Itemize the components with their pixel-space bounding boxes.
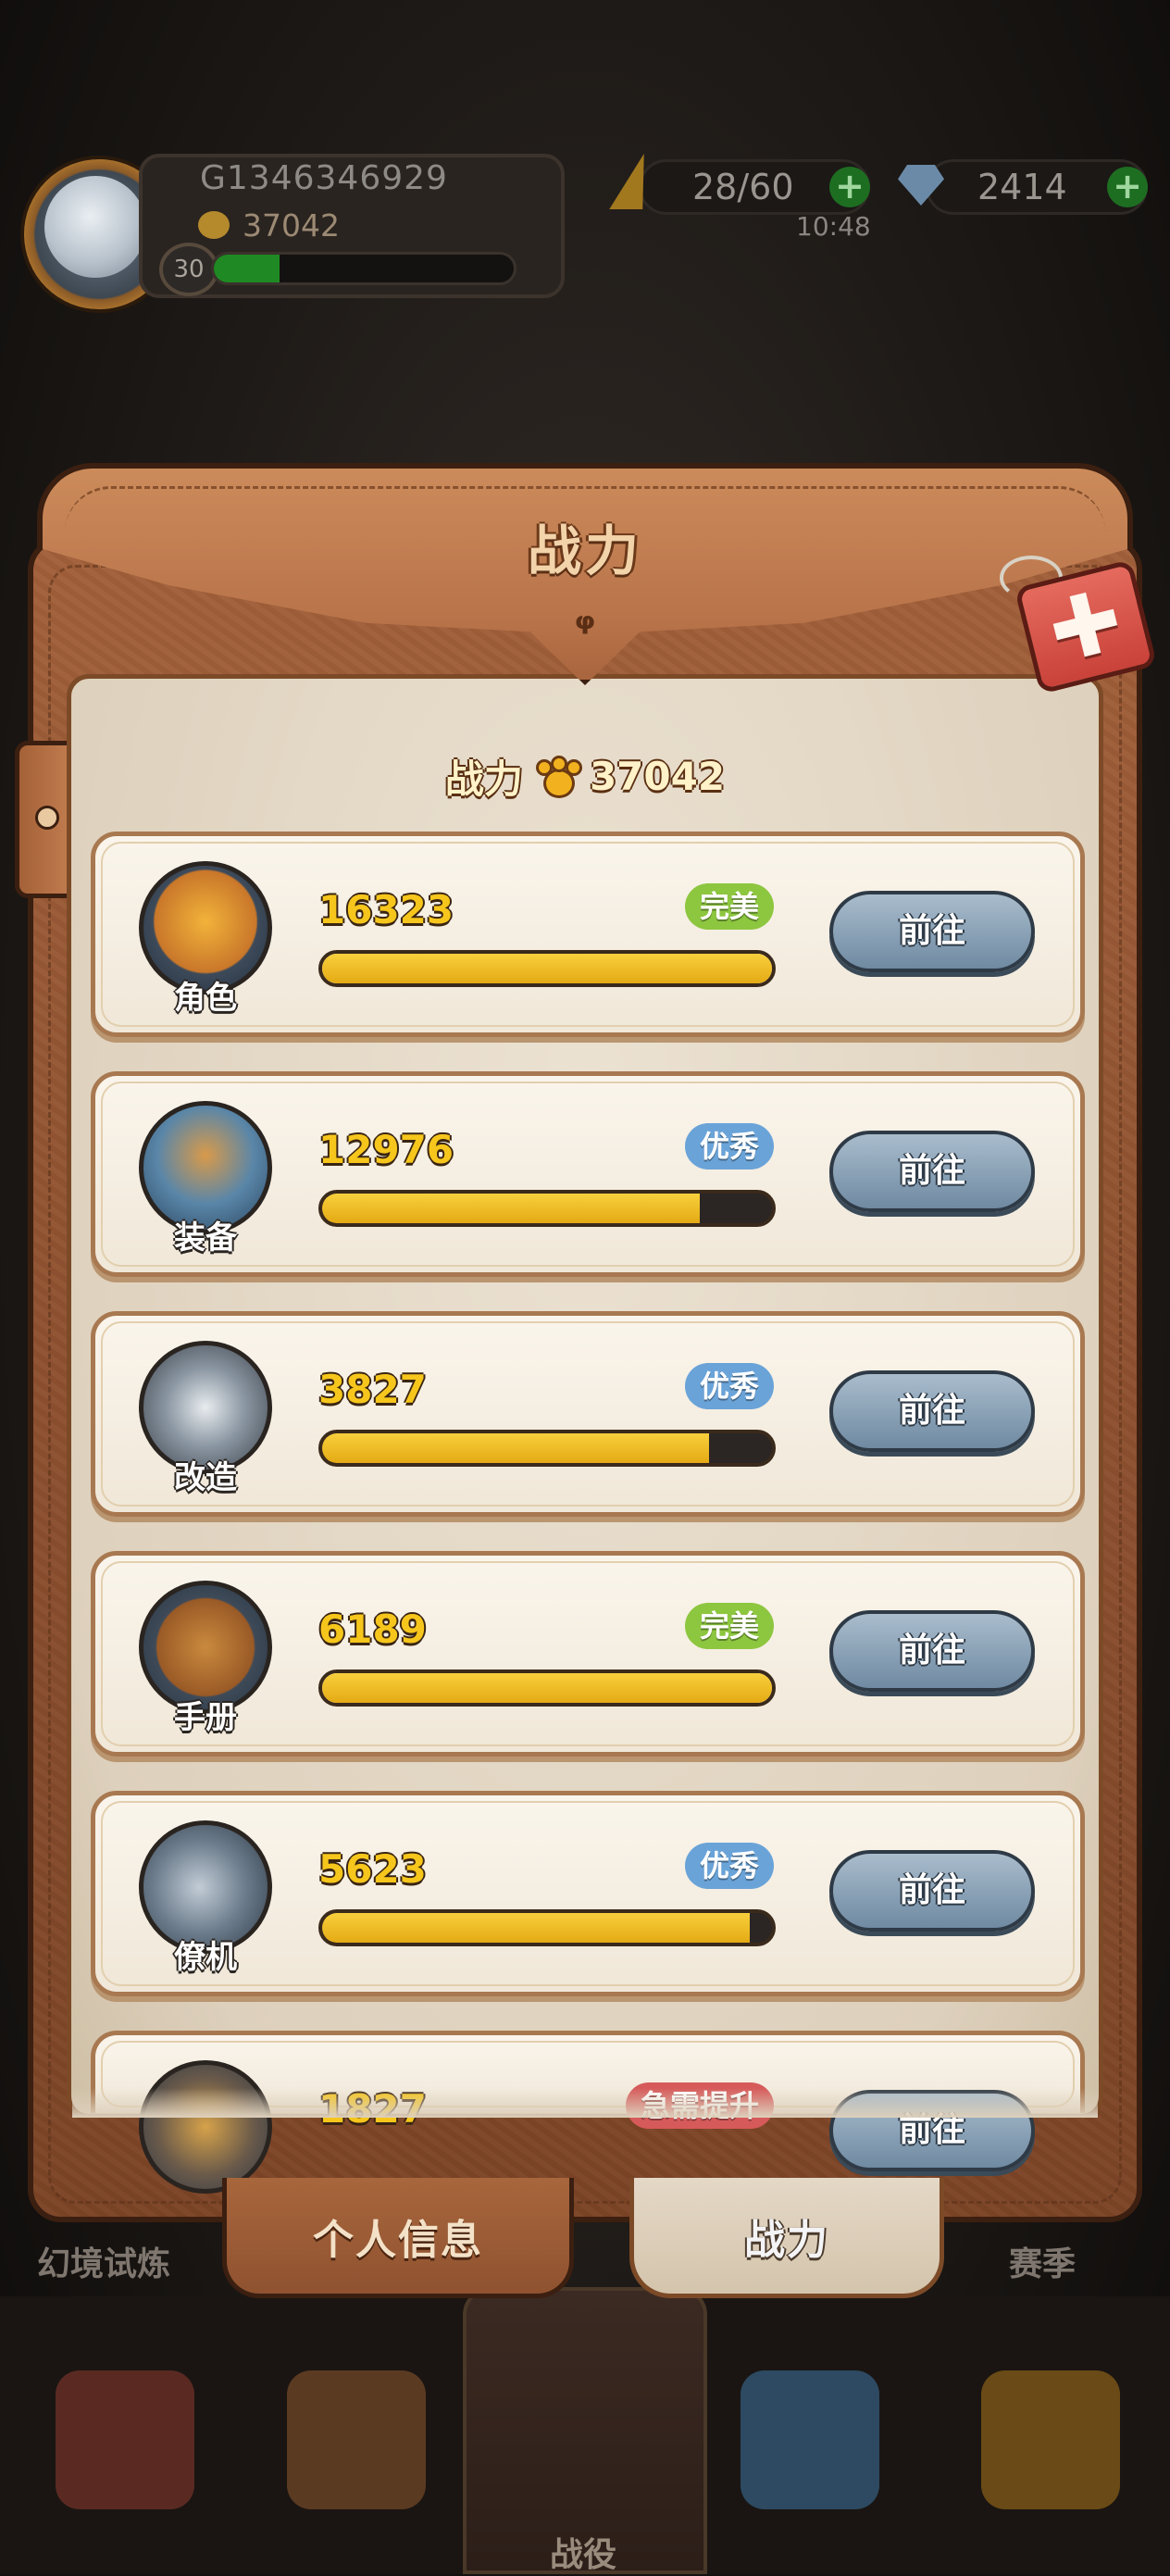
rating-badge: 优秀	[684, 1123, 774, 1169]
rating-badge: 完美	[684, 883, 774, 930]
player-avatar	[44, 176, 146, 278]
category-progress-bar	[318, 1430, 776, 1467]
category-progress-fill	[322, 1673, 772, 1703]
player-level: 30	[159, 243, 218, 296]
nav-chest-icon[interactable]	[56, 2370, 194, 2509]
go-button[interactable]: 前往	[829, 1610, 1035, 1692]
paw-icon	[198, 211, 230, 239]
rating-badge: 优秀	[684, 1843, 774, 1889]
go-button[interactable]: 前往	[829, 1131, 1035, 1212]
total-power-label: 战力	[444, 756, 523, 802]
popup-title: 战力	[527, 519, 642, 582]
nav-character-icon[interactable]	[287, 2370, 426, 2509]
go-button[interactable]: 前往	[829, 1850, 1035, 1932]
category-progress-fill	[322, 954, 772, 983]
category-score: 16323	[318, 887, 454, 932]
add-stamina-button[interactable]: +	[829, 167, 870, 207]
category-score: 6189	[318, 1607, 427, 1652]
nav-equipment-icon[interactable]	[741, 2370, 879, 2509]
category-score: 5623	[318, 1846, 427, 1892]
nav-handbook-icon[interactable]	[981, 2370, 1120, 2509]
nav-campaign-label: 战役	[549, 2536, 616, 2574]
category-label: 手册	[174, 1699, 237, 1736]
category-icon	[139, 2060, 272, 2194]
category-score: 3827	[318, 1367, 427, 1412]
player-id: G1346346929	[200, 159, 448, 197]
category-score: 12976	[318, 1127, 454, 1172]
player-power: 37042	[243, 207, 340, 244]
category-progress-bar	[318, 1909, 776, 1946]
category-progress-fill	[322, 1194, 701, 1223]
total-power-value: 37042	[589, 753, 726, 799]
xp-bar-fill	[214, 255, 280, 282]
tab-power[interactable]: 战力	[629, 2178, 944, 2298]
category-label: 僚机	[174, 1939, 237, 1976]
category-progress-bar	[318, 1669, 776, 1707]
stamina-timer: 10:48	[796, 211, 871, 242]
total-power: 战力 37042	[0, 748, 1170, 804]
add-diamond-button[interactable]: +	[1107, 167, 1148, 207]
list-fade	[72, 2088, 1098, 2118]
tab-personal-info[interactable]: 个人信息	[222, 2178, 574, 2298]
close-icon: ✚	[1039, 569, 1133, 683]
stamina-value: 28/60	[692, 167, 794, 207]
go-button[interactable]: 前往	[829, 891, 1035, 972]
category-label: 角色	[174, 980, 237, 1017]
rating-badge: 优秀	[684, 1363, 774, 1409]
paw-icon	[534, 756, 582, 798]
emblem-icon: ᵠ	[574, 603, 596, 653]
category-progress-fill	[322, 1433, 709, 1463]
clasp-rivet	[35, 806, 59, 830]
season-label: 赛季	[1009, 2245, 1077, 2283]
diamond-value: 2414	[977, 167, 1067, 207]
category-progress-bar	[318, 1190, 776, 1227]
category-progress-bar	[318, 950, 776, 987]
category-progress-fill	[322, 1913, 750, 1943]
go-button[interactable]: 前往	[829, 1370, 1035, 1452]
rating-badge: 完美	[684, 1603, 774, 1649]
illusion-trial-label: 幻境试炼	[37, 2245, 171, 2283]
xp-bar	[211, 252, 517, 285]
category-label: 改造	[174, 1459, 237, 1496]
category-label: 装备	[174, 1219, 237, 1257]
